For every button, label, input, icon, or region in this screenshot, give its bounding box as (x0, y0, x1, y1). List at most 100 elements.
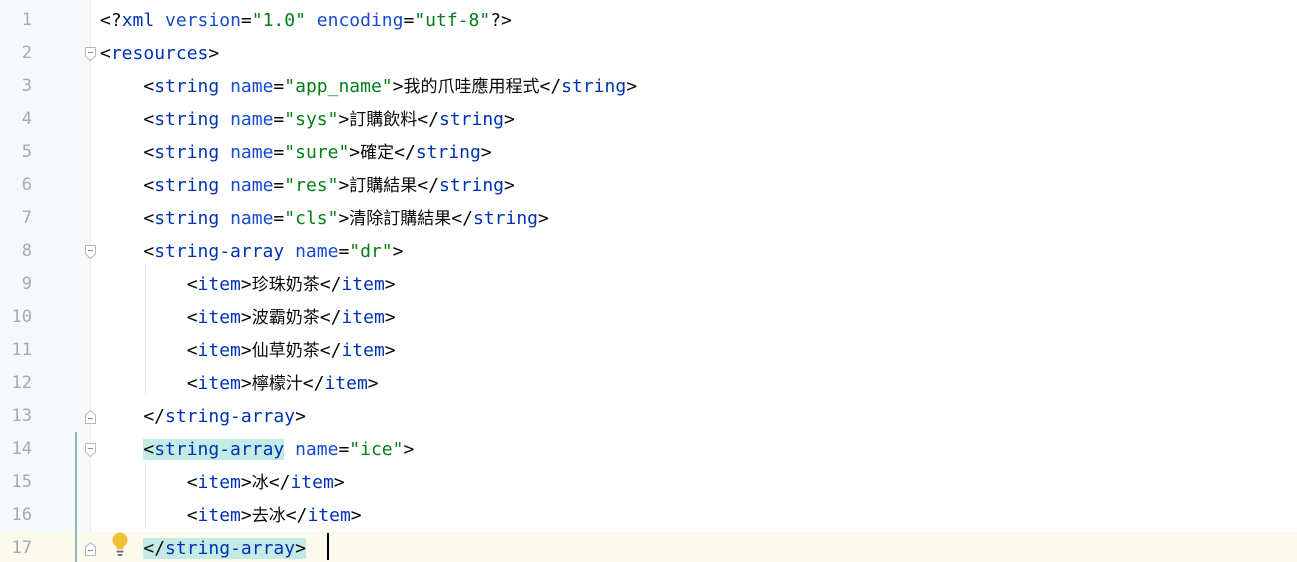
xml-punctuation: </ (302, 373, 325, 394)
line-number[interactable]: 3 (0, 70, 32, 103)
code-text[interactable]: </string-array> (100, 400, 306, 433)
code-line[interactable]: 9 <item>珍珠奶茶</item> (0, 268, 1297, 301)
xml-punctuation: </ (319, 307, 342, 328)
line-number[interactable]: 13 (0, 400, 32, 433)
line-number[interactable]: 4 (0, 103, 32, 136)
xml-punctuation: </ (319, 340, 342, 361)
code-line[interactable]: 15 <item>冰</item> (0, 466, 1297, 499)
xml-punctuation: > (392, 241, 404, 262)
xml-attribute-value: "utf-8" (414, 10, 491, 31)
xml-punctuation (284, 241, 295, 262)
code-line[interactable]: 10 <item>波霸奶茶</item> (0, 301, 1297, 334)
code-text[interactable]: <string name="app_name">我的爪哇應用程式</string… (100, 70, 637, 103)
code-line[interactable]: 16 <item>去冰</item> (0, 499, 1297, 532)
xml-attribute-name: name (230, 175, 274, 196)
fold-close-icon[interactable] (85, 542, 96, 556)
code-text[interactable]: <string name="sure">確定</string> (100, 136, 492, 169)
xml-punctuation: > (504, 175, 515, 196)
xml-tag-name: item (197, 307, 241, 328)
code-line[interactable]: 11 <item>仙草奶茶</item> (0, 334, 1297, 367)
code-text[interactable]: <resources> (100, 37, 219, 70)
xml-tag-name: item (197, 274, 241, 295)
xml-punctuation (154, 10, 165, 31)
code-text[interactable]: <string name="res">訂購結果</string> (100, 169, 515, 202)
code-line[interactable]: 14 <string-array name="ice"> (0, 433, 1297, 466)
xml-text-content: 訂購結果 (349, 176, 418, 196)
xml-punctuation: < (100, 76, 155, 97)
xml-text-content: 冰 (251, 473, 269, 493)
xml-punctuation: > (480, 142, 492, 163)
xml-punctuation: </ (268, 472, 291, 493)
xml-punctuation: < (100, 472, 198, 493)
vcs-change-marker[interactable] (75, 432, 77, 562)
line-number[interactable]: 7 (0, 202, 32, 235)
xml-punctuation: </ (285, 505, 308, 526)
xml-tag-name: string (438, 175, 505, 196)
code-text[interactable]: <item>冰</item> (100, 466, 345, 499)
line-number[interactable]: 9 (0, 268, 32, 301)
xml-tag-name: string-array (154, 439, 285, 460)
xml-tag-name: xml (121, 10, 155, 31)
code-text[interactable]: <item>檸檬汁</item> (100, 367, 379, 400)
line-number[interactable]: 17 (0, 532, 32, 562)
code-line[interactable]: 2 <resources> (0, 37, 1297, 70)
line-number[interactable]: 6 (0, 169, 32, 202)
code-line[interactable]: 17 </string-array> (0, 532, 1297, 562)
code-line[interactable]: 6 <string name="res">訂購結果</string> (0, 169, 1297, 202)
xml-punctuation: > (240, 340, 252, 361)
xml-tag-name: item (197, 472, 241, 493)
code-text[interactable]: <?xml version="1.0" encoding="utf-8"?> (100, 4, 512, 37)
xml-punctuation: </ (417, 109, 439, 130)
code-line[interactable]: 1 <?xml version="1.0" encoding="utf-8"?> (0, 4, 1297, 37)
line-number[interactable]: 5 (0, 136, 32, 169)
xml-punctuation: < (100, 505, 198, 526)
xml-punctuation: </ (394, 142, 416, 163)
line-number[interactable]: 15 (0, 466, 32, 499)
code-line[interactable]: 4 <string name="sys">訂購飲料</string> (0, 103, 1297, 136)
fold-close-icon[interactable] (85, 410, 96, 424)
line-number[interactable]: 10 (0, 301, 32, 334)
xml-text-content: 檸檬汁 (251, 374, 303, 394)
code-text[interactable]: <item>去冰</item> (100, 499, 362, 532)
code-line[interactable]: 12 <item>檸檬汁</item> (0, 367, 1297, 400)
xml-punctuation: < (100, 274, 198, 295)
xml-punctuation: = (273, 175, 285, 196)
code-line[interactable]: 3 <string name="app_name">我的爪哇應用程式</stri… (0, 70, 1297, 103)
code-line[interactable]: 8 <string-array name="dr"> (0, 235, 1297, 268)
xml-tag-name: resources (110, 43, 209, 64)
code-line[interactable]: 13 </string-array> (0, 400, 1297, 433)
line-number[interactable]: 16 (0, 499, 32, 532)
xml-punctuation: < (100, 208, 155, 229)
xml-tag-name: string (415, 142, 481, 163)
line-number[interactable]: 14 (0, 433, 32, 466)
xml-punctuation: > (350, 505, 362, 526)
code-line[interactable]: 7 <string name="cls">清除訂購結果</string> (0, 202, 1297, 235)
xml-attribute-value: "ice" (349, 439, 404, 460)
code-text[interactable]: <string name="cls">清除訂購結果</string> (100, 202, 549, 235)
fold-open-icon[interactable] (85, 47, 96, 61)
code-editor[interactable]: 1 <?xml version="1.0" encoding="utf-8"?> 2… (0, 0, 1297, 562)
xml-tag-name: string-array (165, 406, 296, 427)
line-number[interactable]: 2 (0, 37, 32, 70)
line-number[interactable]: 1 (0, 4, 32, 37)
line-number[interactable]: 12 (0, 367, 32, 400)
indent-guide (145, 462, 146, 528)
xml-text-content: 清除訂購結果 (349, 209, 452, 229)
code-line[interactable]: 5 <string name="sure">確定</string> (0, 136, 1297, 169)
xml-punctuation: > (208, 43, 220, 64)
code-text[interactable]: </string-array> (100, 532, 306, 562)
xml-punctuation (100, 439, 143, 460)
code-text[interactable]: <string-array name="ice"> (100, 433, 414, 466)
lightbulb-icon[interactable] (110, 531, 130, 557)
xml-tag-name: string (154, 175, 220, 196)
fold-open-icon[interactable] (85, 245, 96, 259)
line-number[interactable]: 11 (0, 334, 32, 367)
xml-punctuation: </ (100, 406, 166, 427)
xml-attribute-name: name (230, 109, 274, 130)
line-number[interactable]: 8 (0, 235, 32, 268)
xml-punctuation: > (384, 340, 396, 361)
xml-punctuation: < (100, 109, 155, 130)
xml-punctuation: = (273, 208, 285, 229)
fold-open-icon[interactable] (85, 443, 96, 457)
code-text[interactable]: <string name="sys">訂購飲料</string> (100, 103, 515, 136)
